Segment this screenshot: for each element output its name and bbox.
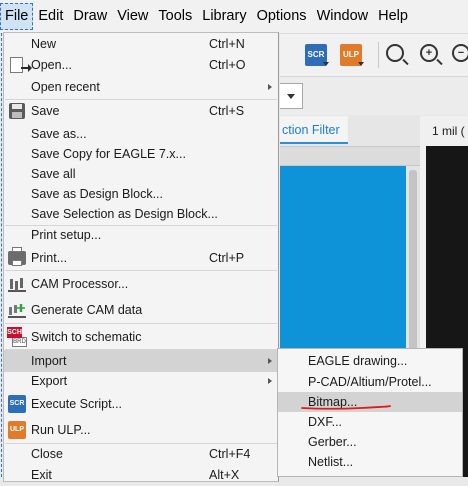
menu-tools[interactable]: Tools — [153, 3, 197, 30]
import-submenu: EAGLE drawing... P-CAD/Altium/Protel... … — [277, 348, 463, 477]
submenu-item-label: DXF... — [308, 415, 343, 429]
submenu-arrow-icon — [268, 378, 272, 384]
submenu-item-label: P-CAD/Altium/Protel... — [308, 375, 432, 389]
zoom-fit-icon[interactable] — [386, 44, 404, 62]
submenu-item-label: EAGLE drawing... — [308, 354, 408, 368]
focus-indicator — [1, 33, 2, 477]
import-gerber[interactable]: Gerber... — [278, 432, 462, 452]
menu-item-label: Save Selection as Design Block... — [31, 207, 218, 221]
menu-item-open[interactable]: Open... Ctrl+O — [4, 54, 278, 76]
menu-item-shortcut: Alt+X — [209, 468, 240, 482]
menu-item-print[interactable]: Print... Ctrl+P — [4, 247, 278, 269]
ulp-icon: ULP — [8, 421, 26, 439]
menu-item-save-design-block[interactable]: Save as Design Block... — [4, 183, 278, 205]
menu-separator — [5, 270, 277, 271]
menu-item-label: Print setup... — [31, 228, 102, 242]
menu-item-cam-processor[interactable]: CAM Processor... — [4, 273, 278, 295]
menu-item-label: Save all — [31, 167, 76, 181]
menu-item-close[interactable]: Close Ctrl+F4 — [4, 443, 278, 465]
menu-item-switch-to-schematic[interactable]: BRD SCH Switch to schematic — [4, 326, 278, 348]
import-netlist[interactable]: Netlist... — [278, 452, 462, 472]
menu-item-label: Exit — [31, 468, 52, 482]
menu-item-label: New — [31, 37, 57, 51]
cam-processor-icon — [8, 276, 26, 292]
submenu-arrow-icon — [268, 358, 272, 364]
menu-item-label: Open recent — [31, 80, 100, 94]
toolbar-separator — [378, 42, 379, 68]
menu-item-label: Save as... — [31, 127, 87, 141]
menu-item-label: Save Copy for EAGLE 7.x... — [31, 147, 186, 161]
menu-item-label: Switch to schematic — [31, 330, 142, 344]
menu-item-save[interactable]: Save Ctrl+S — [4, 100, 278, 122]
menu-item-generate-cam-data[interactable]: Generate CAM data — [4, 299, 278, 321]
import-dxf[interactable]: DXF... — [278, 412, 462, 432]
zoom-out-icon[interactable]: − — [452, 44, 468, 62]
menu-view[interactable]: View — [112, 3, 153, 30]
menu-item-label: Execute Script... — [31, 397, 123, 411]
menubar: File Edit Draw View Tools Library Option… — [0, 0, 468, 34]
menu-item-export[interactable]: Export — [4, 370, 278, 392]
scr-icon: SCR — [8, 395, 26, 413]
menu-item-label: Run ULP... — [31, 423, 91, 437]
menu-item-open-recent[interactable]: Open recent — [4, 76, 278, 98]
menu-item-label: Generate CAM data — [31, 303, 143, 317]
printer-icon — [8, 247, 26, 266]
menu-item-new[interactable]: New Ctrl+N — [4, 33, 278, 55]
menu-item-label: Export — [31, 374, 68, 388]
menu-item-run-ulp[interactable]: ULP Run ULP... — [4, 419, 278, 441]
menu-item-shortcut: Ctrl+P — [209, 251, 245, 265]
toolbar: SCR ULP + − — [280, 34, 468, 77]
generate-cam-icon — [8, 302, 26, 318]
menu-draw[interactable]: Draw — [68, 3, 112, 30]
tab-selection-filter[interactable]: ction Filter — [280, 116, 348, 144]
annotation-underline — [301, 405, 391, 410]
menu-item-label: CAM Processor... — [31, 277, 129, 291]
menu-item-shortcut: Ctrl+O — [209, 58, 246, 72]
coordinate-readout: 1 mil ( — [426, 116, 468, 146]
menu-file[interactable]: File — [0, 3, 34, 30]
sch-brd-icon: BRD SCH — [7, 327, 27, 347]
menu-edit[interactable]: Edit — [33, 3, 68, 30]
menu-item-save-as[interactable]: Save as... — [4, 123, 278, 145]
save-icon — [9, 103, 25, 119]
open-file-icon — [10, 57, 32, 73]
menu-item-label: Print... — [31, 251, 68, 265]
menu-item-label: Close — [31, 447, 63, 461]
submenu-arrow-icon — [268, 84, 272, 90]
submenu-item-label: Netlist... — [308, 455, 354, 469]
import-pcad-altium-protel[interactable]: P-CAD/Altium/Protel... — [278, 372, 462, 392]
menu-item-label: Open... — [31, 58, 72, 72]
menu-separator — [5, 323, 277, 324]
menu-item-execute-script[interactable]: SCR Execute Script... — [4, 393, 278, 415]
menu-item-import[interactable]: Import — [4, 350, 278, 372]
zoom-in-icon[interactable]: + — [420, 44, 438, 62]
ulp-dropdown-arrow-icon[interactable] — [358, 62, 364, 66]
menu-help[interactable]: Help — [373, 3, 413, 30]
menu-item-label: Import — [31, 354, 67, 368]
scr-dropdown-arrow-icon[interactable] — [323, 62, 329, 66]
submenu-item-label: Gerber... — [308, 435, 357, 449]
menu-item-exit[interactable]: Exit Alt+X — [4, 464, 278, 486]
menu-item-shortcut: Ctrl+N — [209, 37, 245, 51]
menu-options[interactable]: Options — [252, 3, 312, 30]
file-menu: New Ctrl+N Open... Ctrl+O Open recent Sa… — [3, 32, 279, 482]
import-eagle-drawing[interactable]: EAGLE drawing... — [278, 351, 462, 371]
menu-item-label: Save — [31, 104, 60, 118]
panel-header — [280, 146, 420, 166]
menu-window[interactable]: Window — [312, 3, 374, 30]
menu-item-shortcut: Ctrl+F4 — [209, 447, 251, 461]
menu-item-save-selection-design-block[interactable]: Save Selection as Design Block... — [4, 203, 278, 225]
menu-item-shortcut: Ctrl+S — [209, 104, 245, 118]
menu-item-print-setup[interactable]: Print setup... — [4, 224, 278, 246]
secondary-toolbar — [280, 77, 468, 115]
panel-tabbar: ction Filter — [280, 116, 420, 146]
menu-item-save-copy-eagle7[interactable]: Save Copy for EAGLE 7.x... — [4, 143, 278, 165]
menu-item-save-all[interactable]: Save all — [4, 163, 278, 185]
combo-dropdown-button[interactable] — [280, 83, 303, 109]
menu-library[interactable]: Library — [197, 3, 251, 30]
menu-item-label: Save as Design Block... — [31, 187, 164, 201]
